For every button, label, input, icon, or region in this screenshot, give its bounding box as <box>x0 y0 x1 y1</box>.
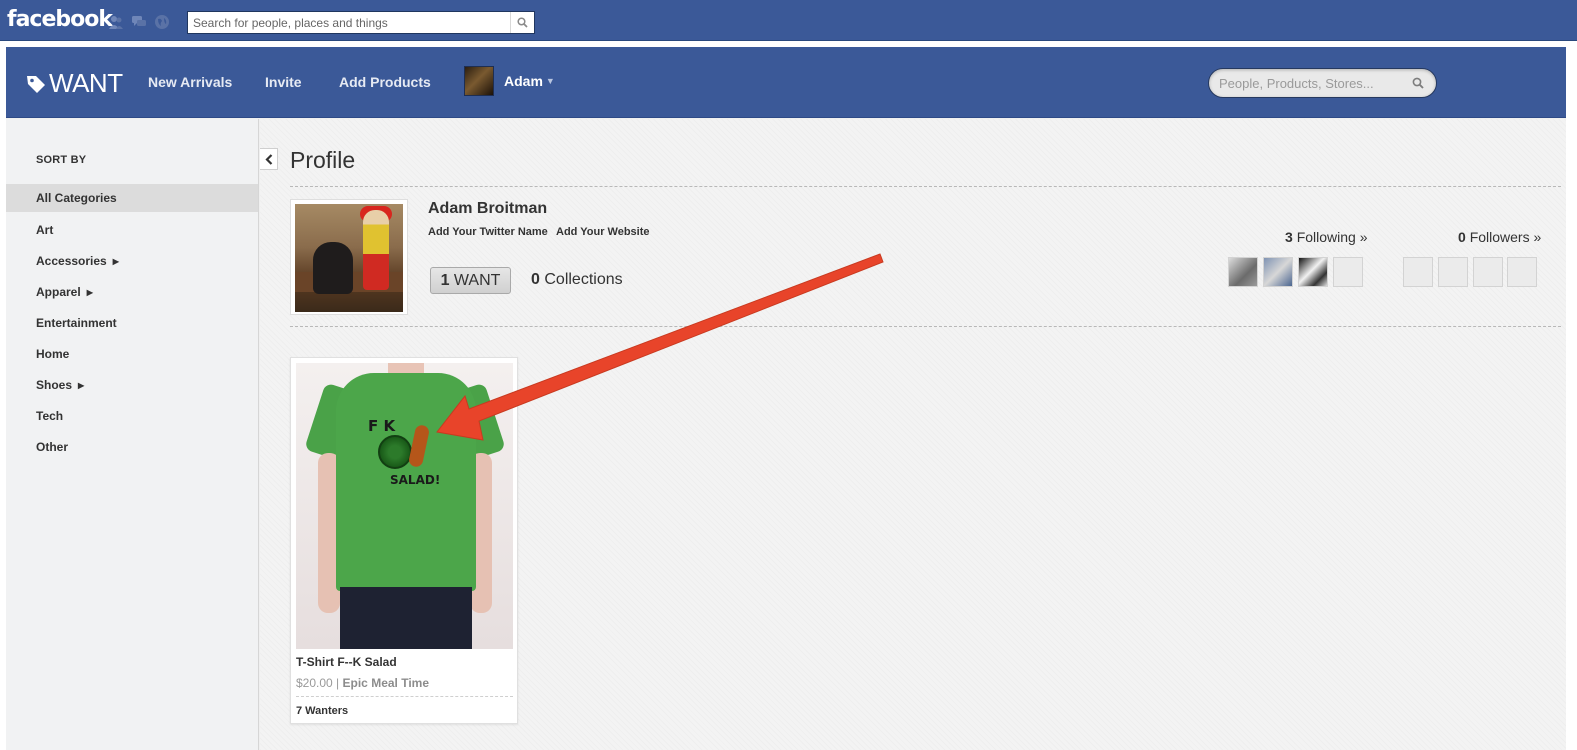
divider <box>290 186 1561 187</box>
collections-label: Collections <box>544 271 623 288</box>
add-website-link[interactable]: Add Your Website <box>556 226 650 238</box>
shirt-print: F K SALAD! <box>368 415 440 491</box>
sidebar-item-art[interactable]: Art <box>6 216 258 244</box>
facebook-search-input[interactable] <box>188 12 510 33</box>
want-label: WANT <box>453 272 501 289</box>
main-content: Profile Adam Broitman Add Your Twitter N… <box>260 119 1566 750</box>
followers-label: Followers » <box>1469 229 1542 245</box>
divider <box>290 326 1561 327</box>
sidebar-item-shoes[interactable]: Shoes ▶ <box>6 371 258 399</box>
sidebar-item-label: Shoes <box>36 378 73 392</box>
avatar <box>464 66 494 96</box>
shirt-print-text: F K <box>368 417 396 435</box>
empty-avatar-slot <box>1438 257 1468 287</box>
user-name: Adam <box>504 73 543 89</box>
nav-add-products[interactable]: Add Products <box>339 74 431 90</box>
want-logo[interactable]: WANT <box>25 68 123 99</box>
profile-name: Adam Broitman <box>428 200 548 217</box>
sidebar-item-accessories[interactable]: Accessories ▶ <box>6 247 258 275</box>
followers-link[interactable]: 0 Followers » <box>1458 229 1541 245</box>
chevron-left-icon <box>264 153 272 165</box>
nav-new-arrivals[interactable]: New Arrivals <box>148 74 232 90</box>
sidebar-item-label: Home <box>36 347 70 361</box>
chevron-down-icon: ▼ <box>545 76 555 86</box>
sidebar-item-all-categories[interactable]: All Categories <box>6 184 258 212</box>
add-twitter-link[interactable]: Add Your Twitter Name <box>428 226 548 238</box>
collections-number: 0 <box>531 271 540 288</box>
product-store-link[interactable]: Epic Meal Time <box>343 676 429 690</box>
product-card[interactable]: F K SALAD! T-Shirt F--K Salad $20.00 | E… <box>290 357 518 724</box>
app-search-box <box>1208 68 1437 98</box>
empty-avatar-slot <box>1507 257 1537 287</box>
app-header: WANT New Arrivals Invite Add Products Ad… <box>6 47 1566 118</box>
sidebar-item-label: Other <box>36 440 69 454</box>
search-icon <box>517 17 528 28</box>
facebook-top-bar: facebook <box>0 0 1577 41</box>
want-count-button[interactable]: 1 WANT <box>430 267 511 294</box>
sidebar-item-tech[interactable]: Tech <box>6 402 258 430</box>
divider <box>296 696 513 697</box>
sidebar-item-label: Entertainment <box>36 316 117 330</box>
want-app-frame: WANT New Arrivals Invite Add Products Ad… <box>6 47 1566 750</box>
empty-avatar-slot <box>1473 257 1503 287</box>
following-avatar[interactable] <box>1298 257 1328 287</box>
facebook-jewels <box>108 14 170 30</box>
following-avatar[interactable] <box>1263 257 1293 287</box>
notifications-globe-icon[interactable] <box>154 14 170 30</box>
facebook-search-button[interactable] <box>510 12 534 33</box>
following-link[interactable]: 3 Following » <box>1285 229 1368 245</box>
page-title: Profile <box>290 147 356 173</box>
want-count: 1 <box>440 272 450 289</box>
tag-icon <box>27 75 45 93</box>
price-separator: | <box>336 676 340 690</box>
sidebar-item-label: Apparel <box>36 285 81 299</box>
product-image[interactable]: F K SALAD! <box>296 363 513 649</box>
product-title[interactable]: T-Shirt F--K Salad <box>296 655 397 669</box>
collapse-sidebar-button[interactable] <box>260 148 278 170</box>
shirt-print-text: SALAD! <box>390 473 441 487</box>
sidebar-item-apparel[interactable]: Apparel ▶ <box>6 278 258 306</box>
sidebar-item-entertainment[interactable]: Entertainment <box>6 309 258 337</box>
profile-avatar[interactable] <box>290 199 408 315</box>
app-search-input[interactable] <box>1219 75 1404 92</box>
collections-count[interactable]: 0 Collections <box>531 271 623 289</box>
friend-requests-icon[interactable] <box>108 14 124 30</box>
sidebar-item-label: Accessories <box>36 254 107 268</box>
sort-by-heading: SORT BY <box>36 154 87 166</box>
user-menu[interactable]: Adam ▼ <box>464 66 555 96</box>
following-label: Following » <box>1296 229 1368 245</box>
messages-icon[interactable] <box>131 14 147 30</box>
chevron-right-icon: ▶ <box>86 288 93 297</box>
sidebar-item-label: Tech <box>36 409 64 423</box>
product-meta: $20.00 | Epic Meal Time <box>296 676 429 690</box>
empty-avatar-slot <box>1403 257 1433 287</box>
following-avatar[interactable] <box>1228 257 1258 287</box>
facebook-logo[interactable]: facebook <box>7 7 113 32</box>
empty-avatar-slot <box>1333 257 1363 287</box>
want-logo-text: WANT <box>49 68 123 98</box>
chevron-right-icon: ▶ <box>78 381 85 390</box>
facebook-search-box <box>187 11 535 34</box>
followers-count: 0 <box>1458 229 1466 245</box>
chevron-right-icon: ▶ <box>112 257 119 266</box>
wanters-count[interactable]: 7 Wanters <box>296 705 348 717</box>
search-icon[interactable] <box>1412 77 1424 89</box>
sidebar-item-label: Art <box>36 223 54 237</box>
following-count: 3 <box>1285 229 1293 245</box>
nav-invite[interactable]: Invite <box>265 74 302 90</box>
sidebar-item-label: All Categories <box>36 191 117 205</box>
profile-photo <box>295 204 403 312</box>
sidebar-item-home[interactable]: Home <box>6 340 258 368</box>
sidebar-item-other[interactable]: Other <box>6 433 258 461</box>
product-price: $20.00 <box>296 676 333 690</box>
category-sidebar: SORT BY All Categories Art Accessories ▶ … <box>6 119 259 750</box>
